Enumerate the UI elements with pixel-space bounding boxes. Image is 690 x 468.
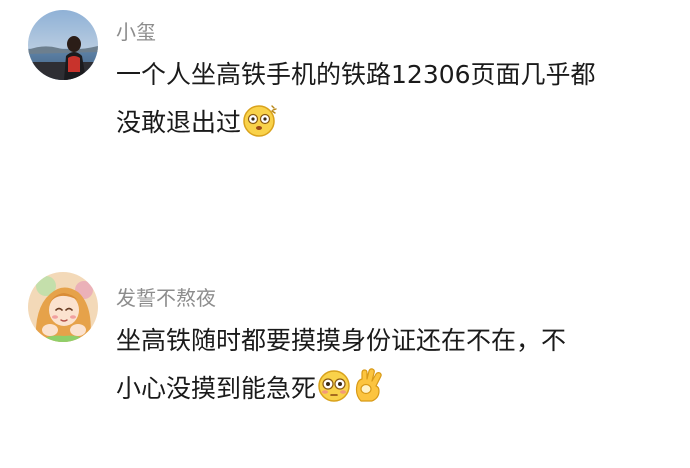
avatar-image <box>28 272 98 342</box>
comment-text-line: 小心没摸到能急死 <box>116 365 676 419</box>
comment-text-line: 一个人坐高铁手机的铁路12306页面几乎都 <box>116 60 596 89</box>
dizzy-face-emoji-icon <box>242 103 278 153</box>
comment-text-fragment: 小心没摸到能急死 <box>116 374 317 403</box>
avatar[interactable] <box>28 10 98 80</box>
avatar-image <box>28 10 98 80</box>
comment-text: 坐高铁随时都要摸摸身份证还在不在，不 小心没摸到能急死 <box>116 317 676 419</box>
comment-text-line: 坐高铁随时都要摸摸身份证还在不在，不 <box>116 326 567 355</box>
avatar[interactable] <box>28 272 98 342</box>
username[interactable]: 小玺 <box>116 16 156 45</box>
comment-text-fragment: 没敢退出过 <box>116 108 242 137</box>
ok-hand-emoji-icon <box>352 367 386 419</box>
username[interactable]: 发誓不熬夜 <box>116 282 216 311</box>
comment-text-line: 没敢退出过 <box>116 99 676 153</box>
flushed-face-emoji-icon <box>317 369 351 419</box>
comment-text: 一个人坐高铁手机的铁路12306页面几乎都 没敢退出过 <box>116 51 676 153</box>
